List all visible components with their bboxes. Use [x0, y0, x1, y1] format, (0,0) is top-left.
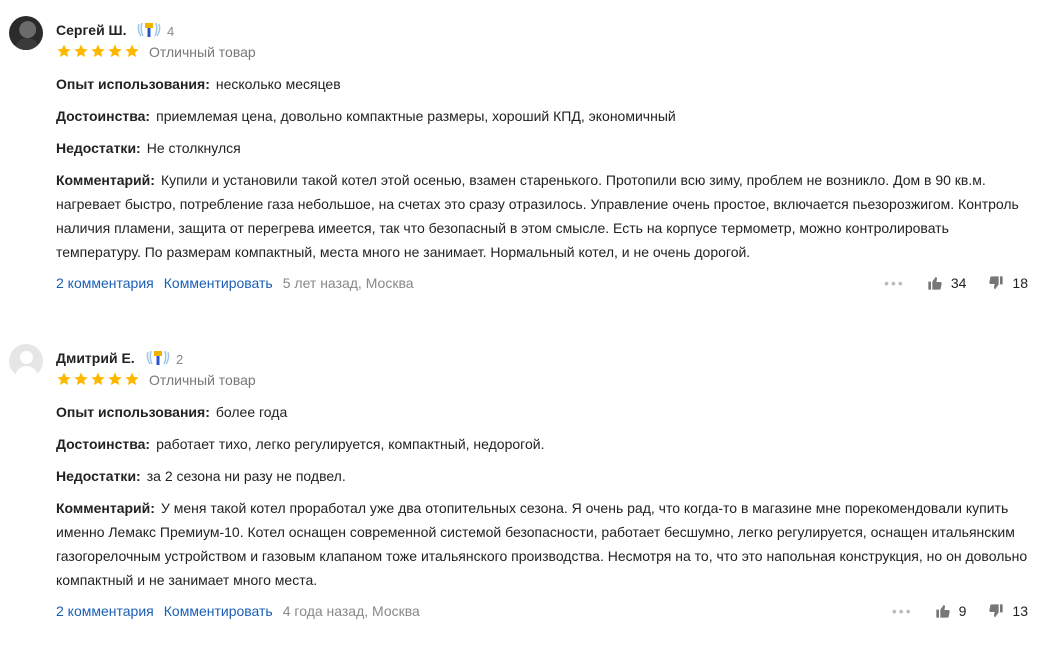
- more-icon[interactable]: •••: [884, 275, 905, 291]
- badge-count: 2: [176, 352, 184, 367]
- comments-link[interactable]: 2 комментария: [56, 275, 154, 291]
- expert-badge-icon: [146, 350, 170, 365]
- review-actions: ••• 9 13: [892, 603, 1028, 619]
- like-button[interactable]: 9: [935, 603, 967, 619]
- pros-field: Достоинства: работает тихо, легко регулир…: [56, 432, 1034, 456]
- star-icon: [91, 372, 105, 386]
- usage-value: несколько месяцев: [215, 76, 341, 92]
- like-count: 34: [950, 275, 967, 291]
- rating-text: Отличный товар: [149, 44, 256, 60]
- review-actions: ••• 34 18: [884, 275, 1028, 291]
- review-card: Дмитрий Е. 2 Отличный товар Опыт использ…: [0, 328, 1058, 648]
- user-avatar[interactable]: [9, 16, 43, 50]
- comment-value: У меня такой котел проработал уже два от…: [56, 500, 1028, 588]
- badge-count: 4: [167, 24, 175, 39]
- dislike-count: 13: [1012, 603, 1028, 619]
- pros-value: работает тихо, легко регулируется, компа…: [156, 436, 545, 452]
- expert-badge-icon: [137, 22, 161, 37]
- comment-value: Купили и установили такой котел этой осе…: [56, 172, 1019, 260]
- reply-link[interactable]: Комментировать: [164, 275, 273, 291]
- comments-link[interactable]: 2 комментария: [56, 603, 154, 619]
- review-footer: 2 комментария Комментировать 4 года назад,…: [56, 603, 1028, 623]
- star-icon: [108, 44, 122, 58]
- star-icon: [125, 44, 139, 58]
- more-icon[interactable]: •••: [892, 603, 913, 619]
- comment-label: Комментарий:: [56, 172, 155, 188]
- star-icon: [125, 372, 139, 386]
- dislike-button[interactable]: 18: [988, 275, 1028, 291]
- cons-field: Недостатки: за 2 сезона ни разу не подвел…: [56, 464, 1034, 488]
- thumbs-down-icon: [989, 604, 1004, 617]
- rating-text: Отличный товар: [149, 372, 256, 388]
- thumbs-down-icon: [989, 276, 1004, 289]
- star-icon: [57, 44, 71, 58]
- like-button[interactable]: 34: [927, 275, 967, 291]
- pros-label: Достоинства:: [56, 108, 151, 124]
- review-card: Сергей Ш. 4 Отличный товар Опыт использо…: [0, 0, 1058, 328]
- usage-label: Опыт использования:: [56, 404, 210, 420]
- review-footer: 2 комментария Комментировать 5 лет назад, …: [56, 275, 1028, 295]
- usage-value: более года: [215, 404, 288, 420]
- pros-field: Достоинства: приемлемая цена, довольно ко…: [56, 104, 1034, 128]
- cons-label: Недостатки:: [56, 468, 141, 484]
- dislike-button[interactable]: 13: [988, 603, 1028, 619]
- pros-label: Достоинства:: [56, 436, 151, 452]
- comment-label: Комментарий:: [56, 500, 155, 516]
- thumbs-up-icon: [928, 277, 942, 290]
- star-icon: [57, 372, 71, 386]
- user-avatar[interactable]: [9, 344, 43, 378]
- comment-field: Комментарий: Купили и установили такой ко…: [56, 168, 1034, 264]
- author-name[interactable]: Сергей Ш.: [56, 22, 127, 38]
- dislike-count: 18: [1012, 275, 1028, 291]
- cons-label: Недостатки:: [56, 140, 141, 156]
- cons-value: Не столкнулся: [146, 140, 241, 156]
- star-icon: [74, 372, 88, 386]
- pros-value: приемлемая цена, довольно компактные раз…: [156, 108, 676, 124]
- reply-link[interactable]: Комментировать: [164, 603, 273, 619]
- cons-field: Недостатки: Не столкнулся: [56, 136, 1034, 160]
- cons-value: за 2 сезона ни разу не подвел.: [146, 468, 346, 484]
- rating-stars: [56, 43, 140, 59]
- like-count: 9: [958, 603, 967, 619]
- usage-label: Опыт использования:: [56, 76, 210, 92]
- star-icon: [108, 372, 122, 386]
- thumbs-up-icon: [935, 605, 950, 618]
- author-name[interactable]: Дмитрий Е.: [56, 350, 135, 366]
- comment-field: Комментарий: У меня такой котел проработа…: [56, 496, 1034, 592]
- usage-field: Опыт использования: несколько месяцев: [56, 72, 1034, 96]
- star-icon: [74, 44, 88, 58]
- usage-field: Опыт использования: более года: [56, 400, 1034, 424]
- star-icon: [91, 44, 105, 58]
- rating-stars: [56, 371, 140, 387]
- review-meta: 5 лет назад, Москва: [282, 275, 414, 291]
- review-meta: 4 года назад, Москва: [282, 603, 420, 619]
